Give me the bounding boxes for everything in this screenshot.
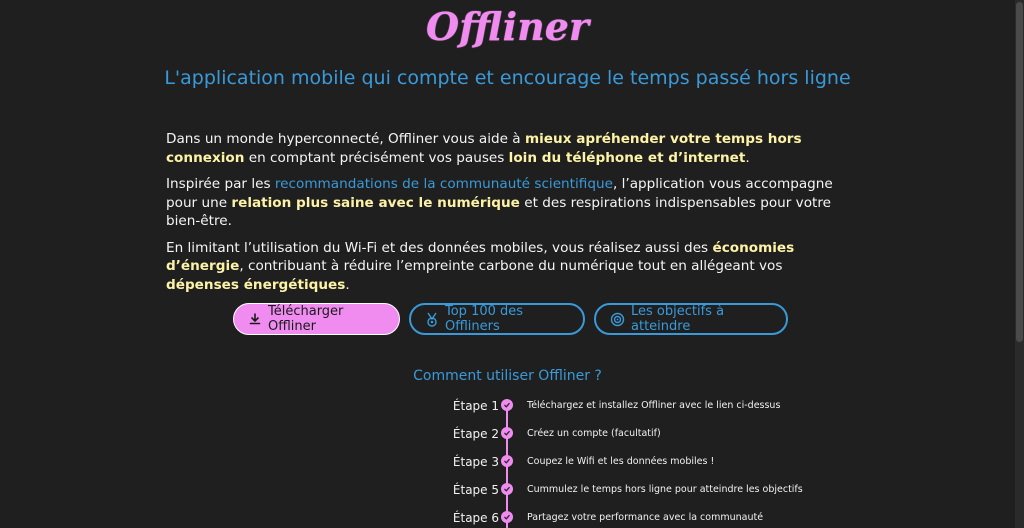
top100-button-label: Top 100 des Offliners xyxy=(445,304,524,334)
intro-paragraph-2: Inspirée par les recommandations de la c… xyxy=(166,175,856,231)
check-circle-icon xyxy=(501,455,513,467)
check-circle-icon xyxy=(501,483,513,495)
step-description: Coupez le Wifi et les données mobiles ! xyxy=(527,456,715,467)
highlight-text: dépenses énergétiques xyxy=(166,276,346,293)
check-circle-icon xyxy=(501,399,513,411)
step-description: Cummulez le temps hors ligne pour attein… xyxy=(527,484,803,495)
intro-text-segment: en comptant précisément vos pauses xyxy=(244,149,509,166)
check-circle-icon xyxy=(501,427,513,439)
intro-paragraph-1: Dans un monde hyperconnecté, Offliner vo… xyxy=(166,130,856,167)
top100-button[interactable]: Top 100 des Offliners xyxy=(409,303,585,335)
highlight-text: relation plus saine avec le numérique xyxy=(231,194,520,211)
tagline: L'application mobile qui compte et encou… xyxy=(164,67,851,89)
timeline-step: Étape 2 Créez un compte (facultatif) xyxy=(0,426,1015,442)
timeline-step: Étape 5 Cummulez le temps hors ligne pou… xyxy=(0,482,1015,498)
intro-text-segment: Dans un monde hyperconnecté, Offliner vo… xyxy=(166,131,525,147)
howto-title: Comment utiliser Offliner ? xyxy=(413,368,602,384)
intro-text-segment: Inspirée par les xyxy=(166,176,275,192)
intro-text-segment: En limitant l’utilisation du Wi-Fi et de… xyxy=(166,239,713,256)
action-buttons: Télécharger Offliner Top 100 des Offline… xyxy=(233,303,788,335)
goals-button-label: Les objectifs à atteindre xyxy=(631,304,725,334)
vertical-scrollbar[interactable] xyxy=(1015,0,1024,528)
scrollbar-thumb[interactable] xyxy=(1016,2,1023,342)
check-circle-icon xyxy=(501,511,513,523)
download-icon xyxy=(248,312,262,326)
highlight-text: loin du téléphone et d’internet xyxy=(508,149,746,166)
medal-icon xyxy=(425,312,439,327)
intro-text-segment: . xyxy=(345,276,350,293)
download-button-label: Télécharger Offliner xyxy=(268,304,344,334)
step-label: Étape 1 xyxy=(452,399,499,413)
step-description: Partagez votre performance avec la commu… xyxy=(527,512,764,523)
step-label: Étape 5 xyxy=(452,483,499,497)
scientific-recommendations-link[interactable]: recommandations de la communauté scienti… xyxy=(275,176,613,192)
target-icon xyxy=(610,312,625,327)
intro-text-segment: , contribuant à réduire l’empreinte carb… xyxy=(239,258,783,274)
download-button[interactable]: Télécharger Offliner xyxy=(233,303,400,335)
intro-text-segment: . xyxy=(745,149,750,166)
timeline-step: Étape 3 Coupez le Wifi et les données mo… xyxy=(0,454,1015,470)
step-description: Créez un compte (facultatif) xyxy=(527,428,661,439)
step-label: Étape 3 xyxy=(452,455,499,469)
app-logo: Offliner xyxy=(426,4,589,49)
intro-paragraph-3: En limitant l’utilisation du Wi-Fi et de… xyxy=(166,239,856,295)
goals-button[interactable]: Les objectifs à atteindre xyxy=(594,303,788,335)
timeline-step: Étape 6 Partagez votre performance avec … xyxy=(0,510,1015,526)
step-label: Étape 6 xyxy=(452,511,499,525)
step-label: Étape 2 xyxy=(452,427,499,441)
intro-text: Dans un monde hyperconnecté, Offliner vo… xyxy=(166,130,856,302)
timeline-step: Étape 1 Téléchargez et installez Offline… xyxy=(0,398,1015,414)
step-description: Téléchargez et installez Offliner avec l… xyxy=(527,400,781,411)
